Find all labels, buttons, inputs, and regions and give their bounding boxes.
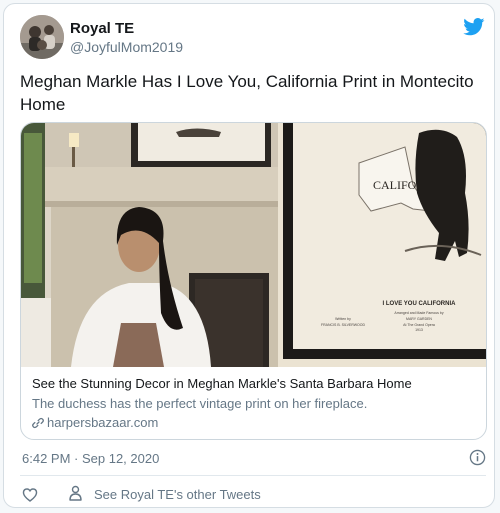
- print-credit-right: Arranged and Made Famous by: [394, 311, 443, 315]
- card-domain-text: harpersbazaar.com: [47, 415, 159, 430]
- card-domain[interactable]: harpersbazaar.com: [32, 415, 158, 430]
- heart-icon[interactable]: [22, 487, 38, 503]
- info-icon[interactable]: [469, 449, 486, 466]
- card-title[interactable]: See the Stunning Decor in Meghan Markle'…: [32, 376, 412, 391]
- print-credit-right-4: 1913: [415, 328, 423, 332]
- link-preview-card[interactable]: CALIFORNIA I LOVE YOU CALIFORNIA Written…: [20, 122, 487, 440]
- print-credit-right-3: At The Grand Opera: [403, 323, 435, 327]
- twitter-bird-icon[interactable]: [463, 18, 485, 36]
- link-icon: [32, 417, 44, 428]
- tweet-timestamp[interactable]: 6:42 PM · Sep 12, 2020: [22, 451, 159, 466]
- print-caption: I LOVE YOU CALIFORNIA: [383, 301, 457, 307]
- person-icon[interactable]: [68, 485, 83, 501]
- tweet-text: Meghan Markle Has I Love You, California…: [20, 72, 474, 114]
- tweet-card: Royal TE @JoyfulMom2019 Meghan Markle Ha…: [3, 3, 495, 508]
- divider: [20, 475, 486, 476]
- see-other-tweets-link[interactable]: See Royal TE's other Tweets: [94, 487, 261, 502]
- avatar[interactable]: [20, 15, 64, 59]
- print-credit-left-2: FRANCIS B. SILVERWOOD: [321, 323, 365, 327]
- author-name[interactable]: Royal TE: [70, 20, 134, 37]
- print-credit-left: Written by: [335, 317, 351, 321]
- card-image[interactable]: CALIFORNIA I LOVE YOU CALIFORNIA Written…: [21, 123, 486, 367]
- author-handle[interactable]: @JoyfulMom2019: [70, 39, 183, 55]
- card-description: The duchess has the perfect vintage prin…: [32, 396, 368, 411]
- print-credit-right-2: MARY GARDEN: [406, 317, 432, 321]
